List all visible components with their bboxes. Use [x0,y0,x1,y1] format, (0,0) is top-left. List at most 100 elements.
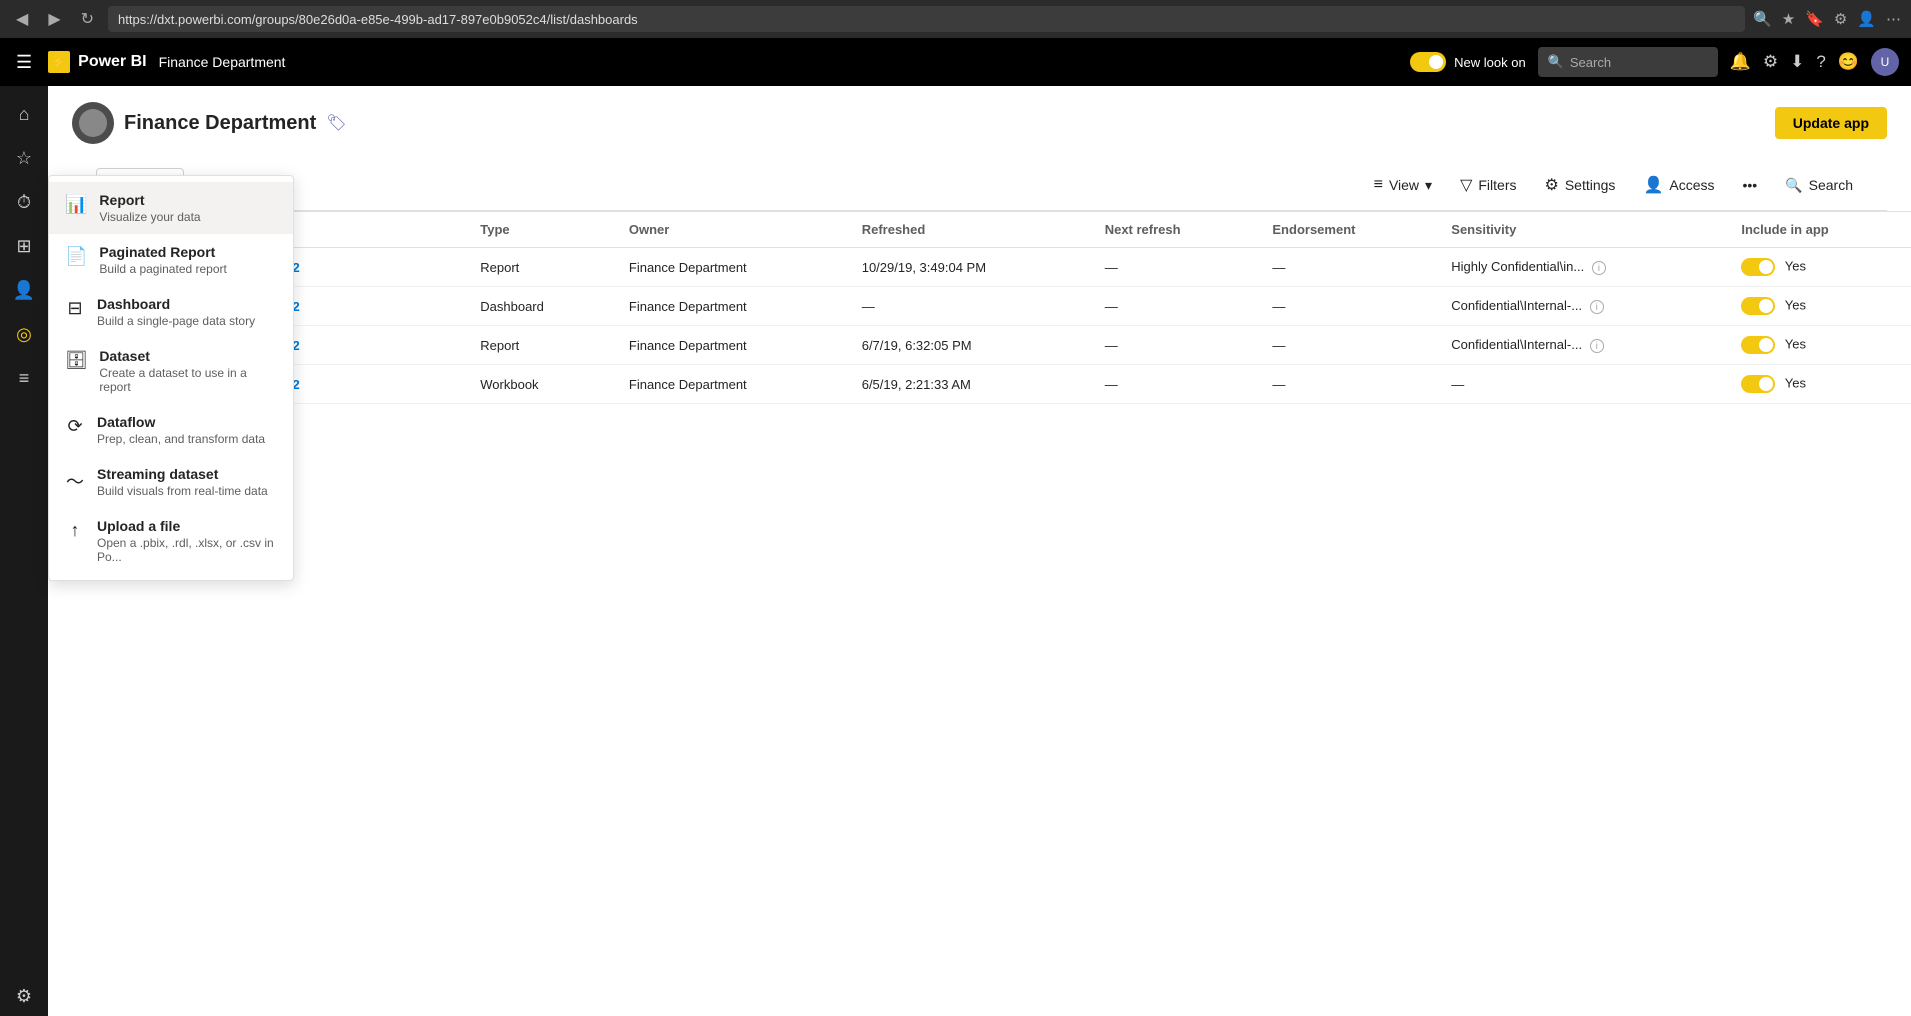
row-owner-3: Finance Department [613,365,846,404]
more-button[interactable]: ••• [1732,171,1767,199]
row-refreshed-0: 10/29/19, 3:49:04 PM [846,248,1089,287]
include-toggle-2[interactable] [1741,336,1775,354]
nav-refresh-button[interactable]: ↻ [75,7,100,31]
table-header: Type Owner Refreshed Next refresh Endors… [48,212,1911,248]
sensitivity-info-icon-2[interactable]: i [1590,339,1604,353]
dashboard-icon: ⊟ [65,298,85,319]
sidebar-workspaces-icon[interactable]: ◎ [4,314,44,354]
row-refreshed-1: — [846,287,1089,326]
certified-icon: 🏷 [326,113,346,133]
sidebar-settings-icon[interactable]: ⚙ [4,976,44,1016]
dashboard-title: Dashboard [97,296,255,312]
sidebar-recents-icon[interactable]: ⏱ [4,182,44,222]
star-icon[interactable]: ★ [1782,10,1795,28]
nav-forward-button[interactable]: ▶ [42,7,66,31]
table-row: Sales & Returns Sample v201912 Workbook … [48,365,1911,404]
pbi-logo-text: Power BI [78,53,146,71]
menu-icon[interactable]: ⋯ [1886,10,1901,28]
paginated-title: Paginated Report [99,244,226,260]
col-next-refresh: Next refresh [1089,212,1257,248]
dataset-desc: Create a dataset to use in a report [99,366,277,394]
upload-title: Upload a file [97,518,277,534]
dropdown-item-paginated-report[interactable]: 📄 Paginated Report Build a paginated rep… [49,234,293,286]
access-button[interactable]: 👤 Access [1633,169,1724,201]
sidebar-dataflow-icon[interactable]: ≡ [4,358,44,398]
new-look-label: New look on [1454,55,1526,70]
more-label: ••• [1742,177,1757,193]
paginated-desc: Build a paginated report [99,262,226,276]
sidebar-home-icon[interactable]: ⌂ [4,94,44,134]
row-type-1: Dashboard [464,287,613,326]
url-bar[interactable]: https://dxt.powerbi.com/groups/80e26d0a-… [108,6,1745,32]
view-button[interactable]: ≡ View ▾ [1364,170,1442,200]
update-app-button[interactable]: Update app [1775,107,1887,139]
settings-button[interactable]: ⚙ Settings [1535,169,1626,201]
sidebar: ⌂ ☆ ⏱ ⊞ 👤 ◎ ≡ ⚙ [0,86,48,1016]
filters-button[interactable]: ▽ Filters [1450,169,1526,201]
table-row: Sales & Returns Sample v201912 Report Fi… [48,326,1911,365]
profile-icon[interactable]: 👤 [1857,10,1876,28]
dropdown-item-streaming[interactable]: 〜 Streaming dataset Build visuals from r… [49,456,293,508]
zoom-icon[interactable]: 🔍 [1753,10,1772,28]
dropdown-item-report[interactable]: 📊 Report Visualize your data [49,182,293,234]
pbi-logo: ⚡ Power BI [48,51,146,73]
topnav-search[interactable]: 🔍 Search [1538,47,1718,77]
row-owner-1: Finance Department [613,287,846,326]
browser-icons: 🔍 ★ 🔖 ⚙ 👤 ⋯ [1753,10,1901,28]
table-row: Sales & Returns Sample v201912 Dashboard… [48,287,1911,326]
workspace-avatar [72,102,114,144]
view-icon: ≡ [1374,176,1383,194]
search-toolbar[interactable]: 🔍 Search [1775,171,1863,200]
row-next-2: — [1089,326,1257,365]
dataflow-desc: Prep, clean, and transform data [97,432,265,446]
bookmark-icon[interactable]: 🔖 [1805,10,1824,28]
workspace-avatar-inner [79,109,107,137]
dropdown-item-dataset[interactable]: 🗄 Dataset Create a dataset to use in a r… [49,338,293,404]
sidebar-apps-icon[interactable]: ⊞ [4,226,44,266]
new-look-toggle[interactable]: New look on [1410,52,1526,72]
sidebar-shared-icon[interactable]: 👤 [4,270,44,310]
row-next-1: — [1089,287,1257,326]
help-icon[interactable]: ? [1816,52,1825,72]
dropdown-item-upload[interactable]: ↑ Upload a file Open a .pbix, .rdl, .xls… [49,508,293,574]
topnav-workspace-name: Finance Department [159,54,286,70]
include-toggle-3[interactable] [1741,375,1775,393]
view-label: View [1389,177,1419,193]
user-avatar[interactable]: U [1871,48,1899,76]
row-refreshed-2: 6/7/19, 6:32:05 PM [846,326,1089,365]
col-include: Include in app [1725,212,1911,248]
dropdown-item-report-text: Report Visualize your data [99,192,200,224]
browser-bar: ◀ ▶ ↻ https://dxt.powerbi.com/groups/80e… [0,0,1911,38]
streaming-desc: Build visuals from real-time data [97,484,268,498]
nav-back-button[interactable]: ◀ [10,7,34,31]
search-icon: 🔍 [1548,54,1564,70]
extensions-icon[interactable]: ⚙ [1834,10,1847,28]
hamburger-menu-icon[interactable]: ☰ [12,48,36,77]
notifications-icon[interactable]: 🔔 [1730,52,1751,72]
row-sensitivity-0: Highly Confidential\in... i [1435,248,1725,287]
new-look-switch[interactable] [1410,52,1446,72]
col-type: Type [464,212,613,248]
topnav-right: New look on 🔍 Search 🔔 ⚙ ⬇ ? 😊 U [1410,47,1899,77]
row-type-2: Report [464,326,613,365]
report-title: Report [99,192,200,208]
settings-icon[interactable]: ⚙ [1763,52,1778,72]
streaming-icon: 〜 [65,468,85,494]
new-dropdown-menu: 📊 Report Visualize your data 📄 Paginated… [48,175,294,581]
search-placeholder: Search [1570,55,1611,70]
dropdown-item-dashboard[interactable]: ⊟ Dashboard Build a single-page data sto… [49,286,293,338]
sidebar-favorites-icon[interactable]: ☆ [4,138,44,178]
settings-label: Settings [1565,177,1616,193]
content-toolbar: ＋ New ▾ ≡ View ▾ ▽ Filters ⚙ Settings [72,160,1887,211]
include-toggle-0[interactable] [1741,258,1775,276]
sensitivity-info-icon-0[interactable]: i [1592,261,1606,275]
col-endorsement: Endorsement [1256,212,1435,248]
download-icon[interactable]: ⬇ [1790,52,1804,72]
row-include-1: Yes [1725,287,1911,326]
filter-icon: ▽ [1460,175,1472,195]
settings-gear-icon: ⚙ [1545,175,1559,195]
include-toggle-1[interactable] [1741,297,1775,315]
feedback-icon[interactable]: 😊 [1838,52,1859,72]
sensitivity-info-icon-1[interactable]: i [1590,300,1604,314]
dropdown-item-dataflow[interactable]: ⟳ Dataflow Prep, clean, and transform da… [49,404,293,456]
